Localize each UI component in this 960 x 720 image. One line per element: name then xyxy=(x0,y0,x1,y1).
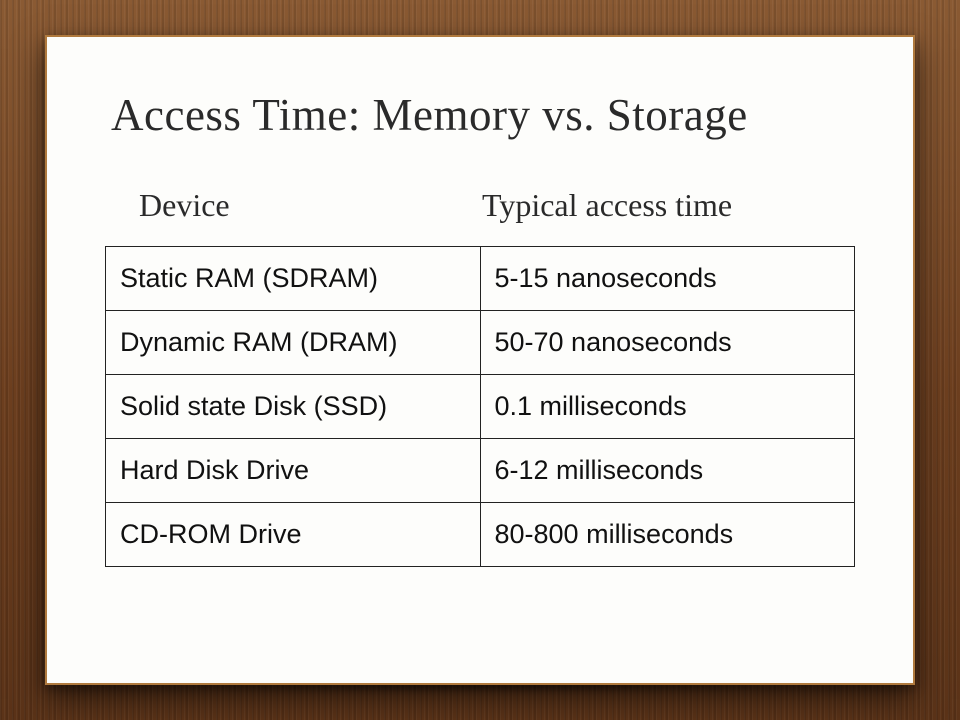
table-row: Hard Disk Drive 6-12 milliseconds xyxy=(106,439,855,503)
column-headers: Device Typical access time xyxy=(105,187,855,224)
cell-time: 5-15 nanoseconds xyxy=(480,247,855,311)
col-header-device: Device xyxy=(113,187,480,224)
cell-time: 80-800 milliseconds xyxy=(480,503,855,567)
cell-device: Static RAM (SDRAM) xyxy=(106,247,481,311)
col-header-time: Typical access time xyxy=(480,187,847,224)
access-time-table: Static RAM (SDRAM) 5-15 nanoseconds Dyna… xyxy=(105,246,855,567)
cell-device: Dynamic RAM (DRAM) xyxy=(106,311,481,375)
cell-device: Hard Disk Drive xyxy=(106,439,481,503)
cell-time: 6-12 milliseconds xyxy=(480,439,855,503)
cell-device: CD-ROM Drive xyxy=(106,503,481,567)
table-row: Dynamic RAM (DRAM) 50-70 nanoseconds xyxy=(106,311,855,375)
table-row: Static RAM (SDRAM) 5-15 nanoseconds xyxy=(106,247,855,311)
table-row: Solid state Disk (SSD) 0.1 milliseconds xyxy=(106,375,855,439)
slide-title: Access Time: Memory vs. Storage xyxy=(105,89,855,141)
cell-device: Solid state Disk (SSD) xyxy=(106,375,481,439)
cell-time: 0.1 milliseconds xyxy=(480,375,855,439)
cell-time: 50-70 nanoseconds xyxy=(480,311,855,375)
slide-card: Access Time: Memory vs. Storage Device T… xyxy=(45,35,915,685)
table-row: CD-ROM Drive 80-800 milliseconds xyxy=(106,503,855,567)
